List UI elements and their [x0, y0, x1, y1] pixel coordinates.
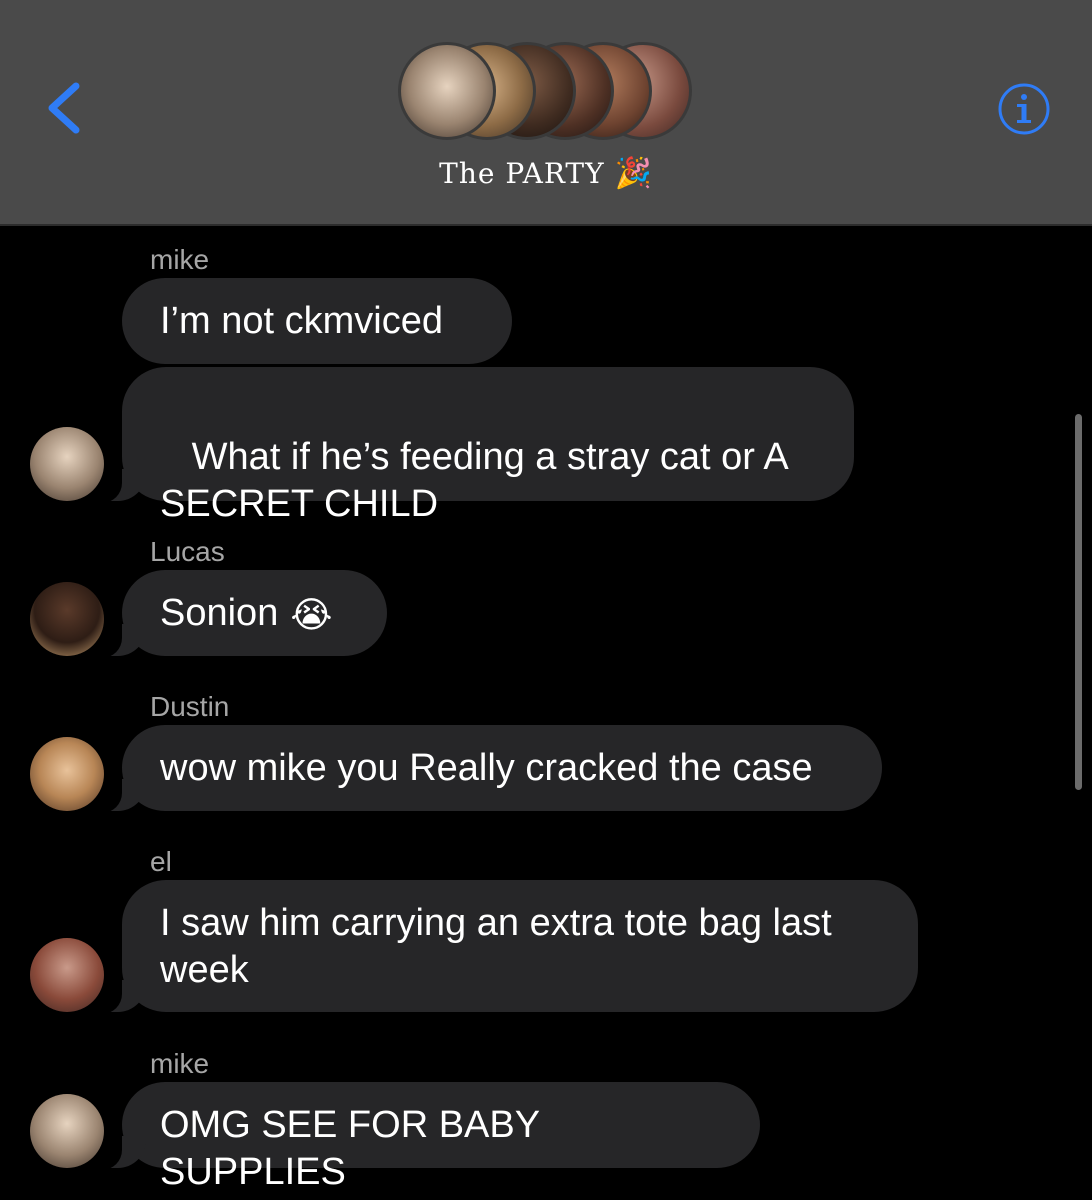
info-button[interactable]: [997, 82, 1051, 136]
message-text: I saw him carrying an extra tote bag las…: [160, 902, 832, 991]
message-text: What if he’s feeding a stray cat or A SE…: [160, 436, 798, 525]
message-text: wow mike you Really cracked the case: [160, 747, 813, 789]
sender-name: Lucas: [150, 536, 225, 567]
avatar[interactable]: [30, 1094, 104, 1168]
avatar[interactable]: [30, 938, 104, 1012]
crying-face-icon: 😭: [290, 594, 333, 635]
group-name[interactable]: The PARTY 🎉: [0, 156, 1092, 191]
party-popper-icon: 🎉: [614, 156, 653, 191]
info-icon: [998, 83, 1050, 135]
message-bubble[interactable]: I’m not ckmviced: [122, 278, 512, 364]
avatar: [398, 42, 496, 140]
sender-name: mike: [150, 1048, 210, 1079]
back-button[interactable]: [40, 78, 90, 138]
avatar[interactable]: [30, 427, 104, 501]
conversation-header: The PARTY 🎉: [0, 0, 1092, 226]
message-bubble[interactable]: wow mike you Really cracked the case: [98, 725, 882, 813]
message-bubble[interactable]: I saw him carrying an extra tote bag las…: [98, 880, 918, 1014]
group-title: The PARTY: [439, 157, 605, 190]
message-bubble[interactable]: OMG SEE FOR BABY SUPPLIES: [98, 1082, 760, 1193]
sender-name: mike: [150, 244, 210, 275]
message-text: Sonion: [160, 592, 279, 634]
message-bubble[interactable]: Sonion 😭: [98, 570, 387, 658]
chevron-left-icon: [48, 82, 80, 134]
message-text: OMG SEE FOR BABY SUPPLIES: [160, 1104, 540, 1193]
avatar[interactable]: [30, 582, 104, 656]
sender-name: Dustin: [150, 691, 230, 722]
message-bubble[interactable]: What if he’s feeding a stray cat or A SE…: [98, 367, 854, 525]
message-text: I’m not ckmviced: [160, 300, 443, 342]
group-avatar-stack[interactable]: [398, 42, 698, 142]
scrollbar[interactable]: [1075, 414, 1082, 790]
sender-name: el: [150, 846, 172, 877]
avatar[interactable]: [30, 737, 104, 811]
